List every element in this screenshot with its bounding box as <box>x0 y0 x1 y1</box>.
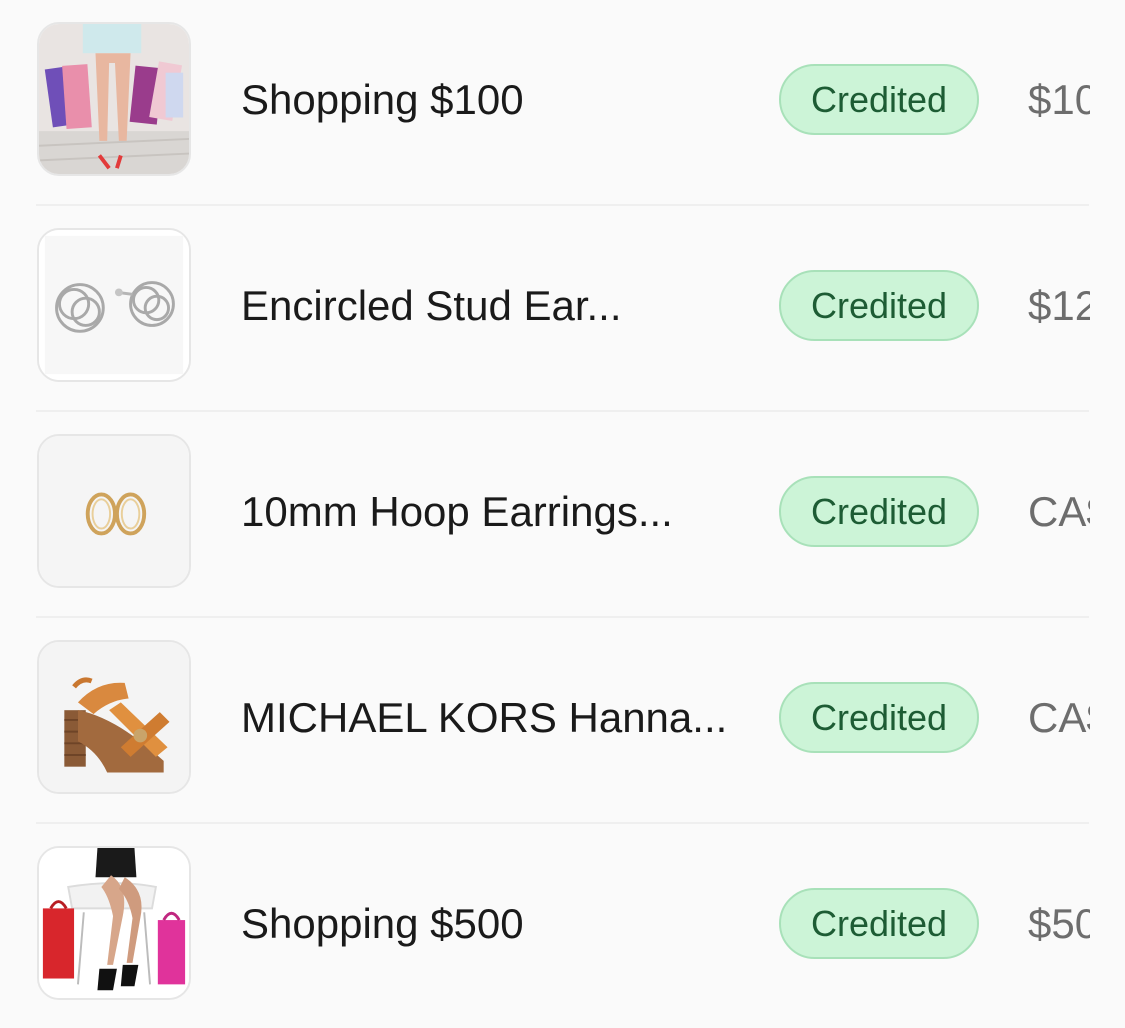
item-amount: $100 <box>1028 76 1090 123</box>
list-item[interactable]: Shopping $100 Credited $100 <box>0 0 1125 206</box>
item-thumbnail <box>37 640 191 794</box>
item-title: 10mm Hoop Earrings... <box>241 488 673 535</box>
item-title: MICHAEL KORS Hanna... <box>241 694 728 741</box>
item-thumbnail <box>37 434 191 588</box>
item-title: Encircled Stud Ear... <box>241 282 622 329</box>
status-badge: Credited <box>779 682 979 753</box>
item-title: Shopping $500 <box>241 900 524 947</box>
item-thumbnail <box>37 846 191 1000</box>
stud-earrings-image <box>39 230 189 380</box>
item-amount: $500 <box>1028 900 1090 947</box>
shopping-bags-image <box>39 24 189 174</box>
item-amount: CA$ <box>1028 488 1090 535</box>
item-thumbnail <box>37 22 191 176</box>
list-item[interactable]: Encircled Stud Ear... Credited $12 <box>0 206 1125 412</box>
item-amount: CA$ <box>1028 694 1090 741</box>
item-title: Shopping $100 <box>241 76 524 123</box>
item-amount: $12 <box>1028 282 1090 329</box>
transaction-list: Shopping $100 Credited $100 E <box>0 0 1125 1028</box>
status-badge: Credited <box>779 476 979 547</box>
status-badge: Credited <box>779 888 979 959</box>
list-item[interactable]: 10mm Hoop Earrings... Credited CA$ <box>0 412 1125 618</box>
list-item[interactable]: Shopping $500 Credited $500 <box>0 824 1125 1028</box>
status-badge: Credited <box>779 64 979 135</box>
sandal-image <box>39 642 189 792</box>
hoop-earrings-image <box>39 436 189 586</box>
shopping-chair-image <box>39 848 189 998</box>
item-thumbnail <box>37 228 191 382</box>
list-item[interactable]: MICHAEL KORS Hanna... Credited CA$ <box>0 618 1125 824</box>
status-badge: Credited <box>779 270 979 341</box>
